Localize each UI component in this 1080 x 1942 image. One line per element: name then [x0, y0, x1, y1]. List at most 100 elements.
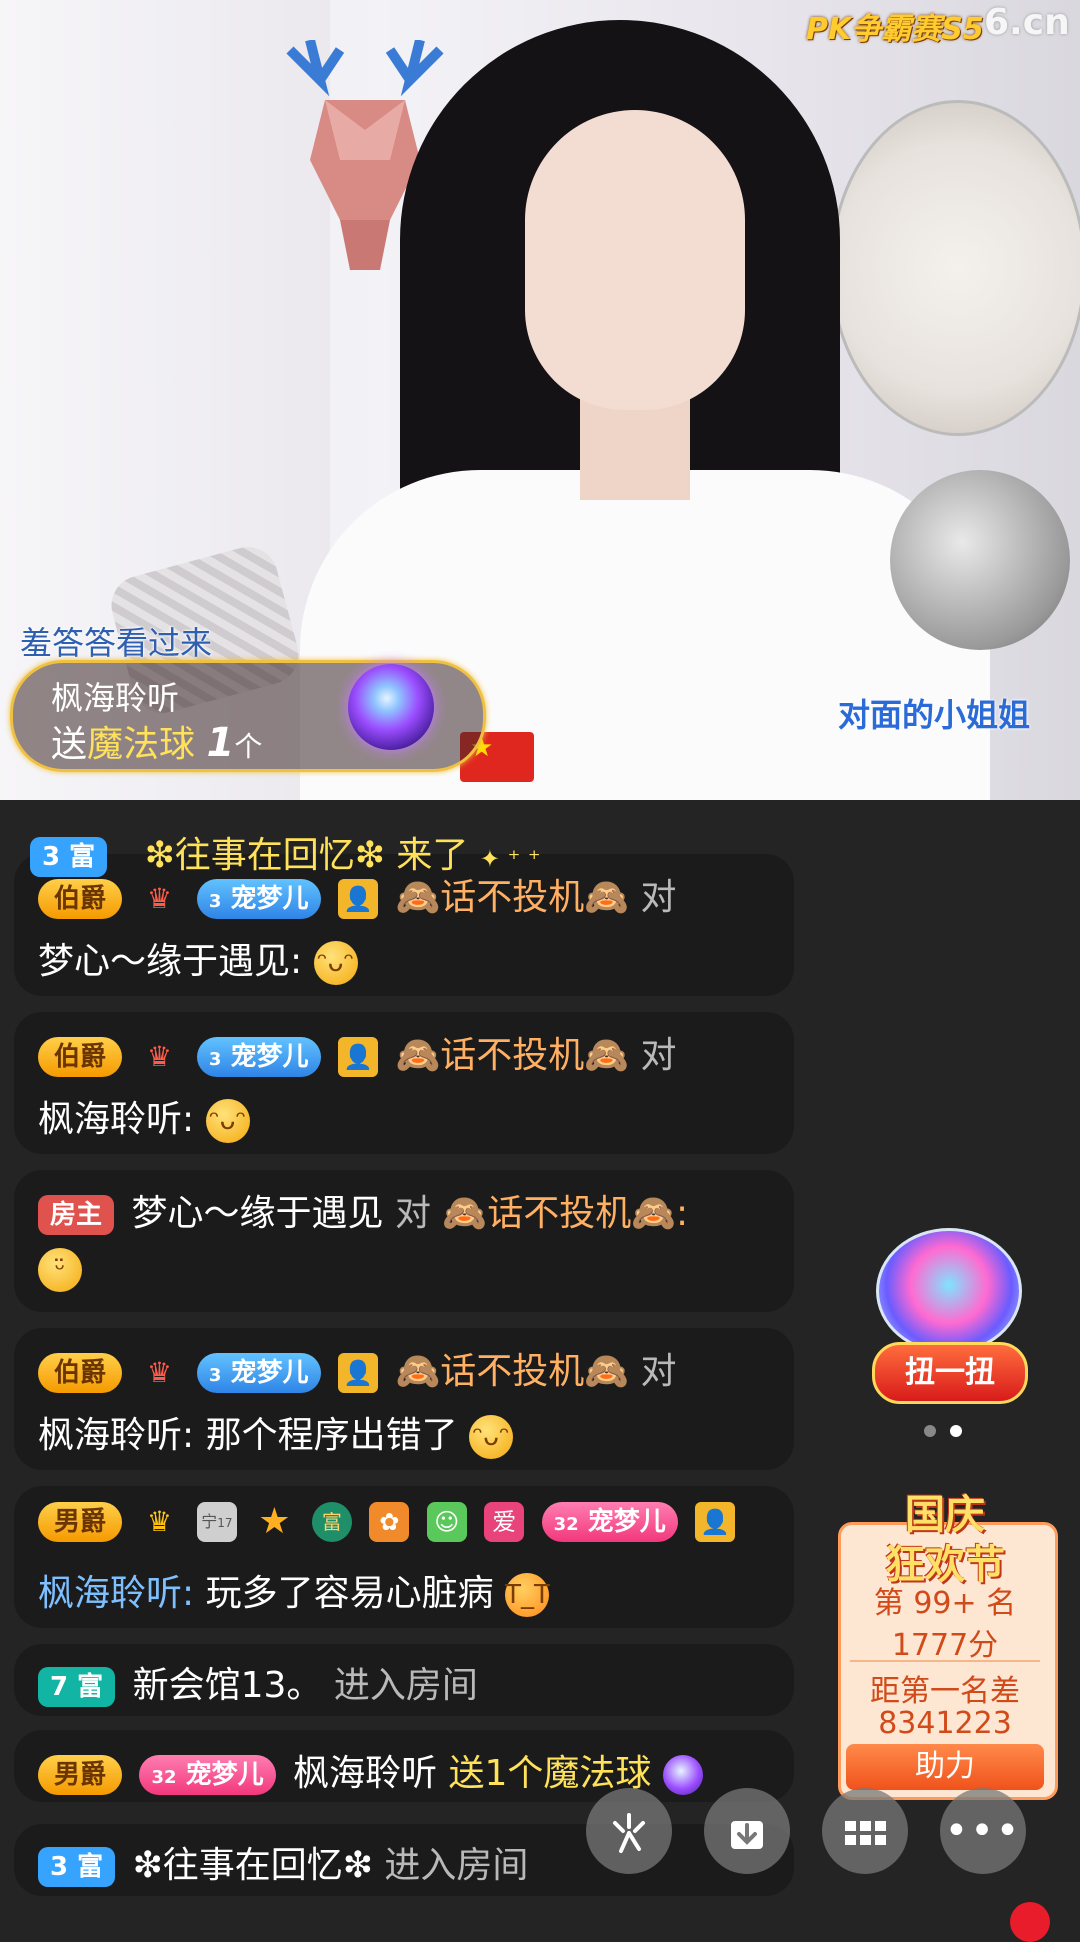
fan-badge-label: 宠梦儿	[230, 884, 309, 914]
event-gap-label: 距第一名差	[870, 1674, 1020, 1709]
fan-badge-label: 宠梦儿	[587, 1507, 666, 1537]
love-badge-icon: 爱	[484, 1502, 525, 1542]
chat-message-2-line2: 枫海聆听: ᵔᴗᵔ	[38, 1090, 250, 1143]
more-button[interactable]: •••	[940, 1788, 1026, 1874]
grin-emoji-icon: ᵔᴗᵔ	[469, 1415, 514, 1459]
share-sparkle-button[interactable]	[586, 1788, 672, 1874]
entry-user-name[interactable]: ❇往事在回忆❇	[133, 1845, 373, 1886]
rank-badge: 男爵	[38, 1755, 123, 1795]
user-card-icon: 👤	[337, 1037, 378, 1077]
target-name[interactable]: 枫海聆听:	[38, 1099, 194, 1140]
target-name[interactable]: 梦心～缘于遇见:	[38, 941, 302, 982]
fan-club-badge: 3 宠梦儿	[196, 1353, 321, 1393]
sender-name[interactable]: 🙈话不投机🙈	[395, 1035, 629, 1076]
apps-grid-button[interactable]	[822, 1788, 908, 1874]
chat-message-6: 7 富 新会馆13。 进入房间	[38, 1656, 478, 1708]
gift-box-icon: ✿	[369, 1502, 410, 1542]
chat-message-2-line1: 伯爵 ♛ 3 宠梦儿 👤 🙈话不投机🙈 对	[38, 1026, 677, 1078]
message-text: 玩多了容易心脏病	[205, 1573, 494, 1614]
crown-icon: ♛	[146, 1356, 173, 1389]
grin-emoji-icon: ᵔᴗᵔ	[313, 941, 358, 985]
host-badge: 房主	[38, 1195, 115, 1235]
download-button[interactable]	[704, 1788, 790, 1874]
sparkle-icon	[613, 1813, 645, 1853]
user-card-icon: 👤	[337, 1353, 378, 1393]
notification-dot	[1010, 1902, 1050, 1942]
event-gap-value: 8341223	[878, 1706, 1012, 1741]
crown-icon: ♛	[146, 1040, 173, 1073]
gift-count: 1	[206, 720, 235, 766]
sender-name[interactable]: 枫海聆听	[293, 1753, 437, 1794]
sender-name[interactable]: 🙈话不投机🙈	[395, 1351, 629, 1392]
fan-club-badge: 3 宠梦儿	[196, 1037, 321, 1077]
crown-icon: ♛	[146, 1505, 173, 1538]
carousel-dot[interactable]	[924, 1425, 936, 1437]
more-dots-icon: •••	[944, 1808, 1022, 1854]
event-rank: 第 99+ 名	[873, 1586, 1017, 1621]
entry-action: 进入房间	[333, 1665, 478, 1706]
target-name[interactable]: 枫海聆听:	[38, 1415, 194, 1456]
user-card-icon: 👤	[695, 1502, 736, 1542]
frog-medal-icon: ☺	[426, 1502, 467, 1542]
fan-club-badge: 3 宠梦儿	[196, 879, 321, 919]
download-icon	[731, 1821, 763, 1849]
event-score: 1777分	[891, 1628, 999, 1663]
chat-message-3-line1: 房主 梦心～缘于遇见 对 🙈话不投机🙈:	[38, 1184, 688, 1236]
ring-light-dish	[830, 100, 1080, 436]
fan-level: 3	[208, 1049, 222, 1070]
twist-button[interactable]: 扭一扭	[872, 1342, 1028, 1404]
gift-description: 送魔法球 1个	[51, 715, 262, 767]
chat-message-5-line2: 枫海聆听: 玩多了容易心脏病 T_T	[38, 1564, 550, 1617]
shield-level: 17	[217, 1516, 233, 1530]
rank-badge: 伯爵	[38, 879, 123, 919]
magic-ball-gift-icon	[348, 664, 434, 750]
fan-badge-label: 宠梦儿	[230, 1358, 309, 1388]
to-word: 对	[394, 1193, 431, 1234]
sender-name[interactable]: 枫海聆听:	[38, 1573, 194, 1614]
gift-verb: 送	[51, 724, 88, 765]
event-title: 国庆 狂欢节	[850, 1482, 1040, 1590]
chat-message-3-line2: ᵕ̈	[38, 1248, 82, 1292]
chat-message-8: 3 富 ❇往事在回忆❇ 进入房间	[38, 1836, 528, 1888]
crown-icon: ♛	[146, 882, 173, 915]
pk-event-badge[interactable]: PK争霸赛S5	[806, 4, 984, 48]
chat-message-7: 男爵 32 宠梦儿 枫海聆听 送1个魔法球	[38, 1744, 709, 1796]
site-logo: 6.cn	[984, 2, 1070, 43]
streamer-face	[525, 110, 745, 410]
magic-ball-icon	[662, 1755, 703, 1795]
fan-level: 3	[208, 1365, 222, 1386]
stream-watermark-right: 对面的小姐姐	[838, 696, 1031, 734]
shy-emoji-icon: ᵕ̈	[38, 1248, 82, 1292]
star-level-icon: ★	[258, 1501, 291, 1542]
carousel-dots	[924, 1422, 976, 1441]
event-divider	[850, 1660, 1040, 1662]
chat-message-1-line1: 伯爵 ♛ 3 宠梦儿 👤 🙈话不投机🙈 对	[38, 868, 677, 920]
rank-badge: 男爵	[38, 1502, 123, 1542]
rank-badge: 伯爵	[38, 1037, 123, 1077]
gashapon-machine-icon[interactable]	[876, 1228, 1022, 1354]
fan-badge-label: 宠梦儿	[185, 1760, 264, 1790]
gift-sender-name: 枫海聆听	[51, 679, 180, 717]
to-word: 对	[640, 1351, 677, 1392]
rich-medal-icon: 富	[311, 1502, 352, 1542]
fan-club-badge: 32 宠梦儿	[541, 1502, 678, 1542]
carousel-dot-active[interactable]	[950, 1425, 962, 1437]
fan-level: 32	[553, 1514, 579, 1535]
rich-level-badge: 7 富	[38, 1667, 116, 1707]
entry-user-name[interactable]: 新会馆13。	[133, 1665, 323, 1706]
sender-name[interactable]: 🙈话不投机🙈	[395, 877, 629, 918]
user-card-icon: 👤	[337, 879, 378, 919]
shield-level-icon: 宁17	[196, 1502, 237, 1542]
chat-message-4-line2: 枫海聆听: 那个程序出错了 ᵔᴗᵔ	[38, 1406, 514, 1459]
fan-club-badge: 32 宠梦儿	[139, 1755, 276, 1795]
chat-message-4-line1: 伯爵 ♛ 3 宠梦儿 👤 🙈话不投机🙈 对	[38, 1342, 677, 1394]
gift-unit: 个	[234, 730, 263, 763]
grid-icon	[845, 1821, 886, 1845]
to-word: 对	[640, 1035, 677, 1076]
sender-name[interactable]: 梦心～缘于遇见	[131, 1193, 383, 1234]
target-name[interactable]: 🙈话不投机🙈:	[442, 1193, 688, 1234]
rich-level-badge: 3 富	[38, 1847, 116, 1887]
help-boost-button[interactable]: 助力	[846, 1744, 1044, 1790]
to-word: 对	[640, 877, 677, 918]
entry-action: 进入房间	[384, 1845, 529, 1886]
